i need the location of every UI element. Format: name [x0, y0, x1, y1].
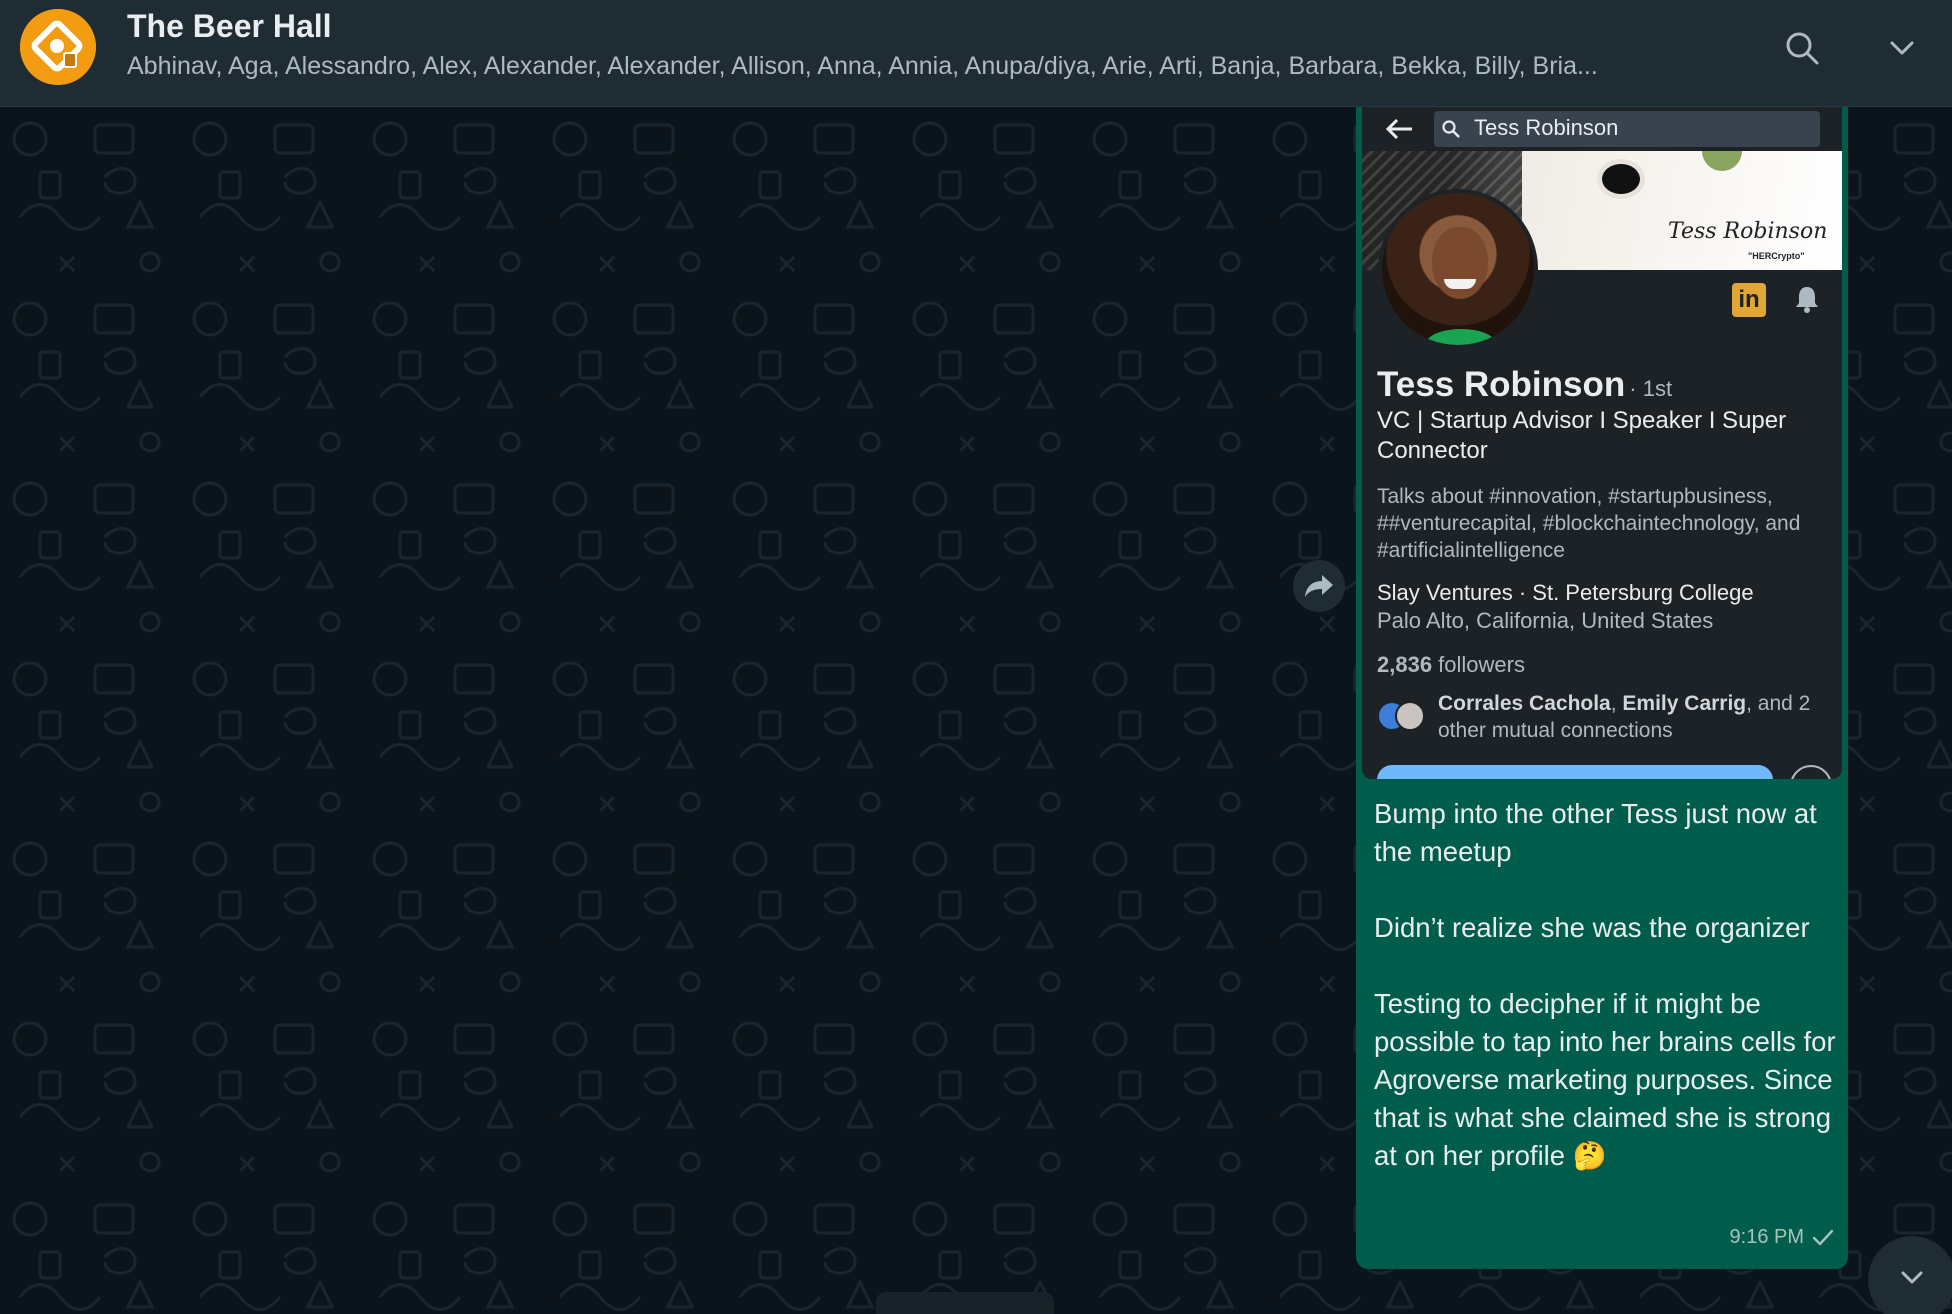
profile-photo: [1378, 189, 1538, 349]
linkedin-screenshot-image[interactable]: Tess Robinson Tess Robinson "HERCrypto" …: [1362, 107, 1842, 779]
search-icon: [1442, 120, 1460, 138]
mutual-separator: ,: [1610, 692, 1623, 715]
search-button[interactable]: [1780, 26, 1824, 70]
mutual-avatar-2: [1395, 701, 1425, 731]
profile-name: Tess Robinson · 1st: [1377, 365, 1672, 405]
header-menu-button[interactable]: [1880, 26, 1924, 70]
mutual-name-2: Emily Carrig: [1622, 692, 1747, 715]
bell-icon: [1796, 287, 1818, 313]
profile-talks-about: Talks about #innovation, #startupbusines…: [1377, 485, 1801, 562]
screenshot-search-bar: Tess Robinson: [1362, 107, 1842, 151]
profile-more-button: [1790, 765, 1832, 779]
forward-button[interactable]: [1293, 560, 1345, 612]
profile-company: Slay Ventures · St. Petersburg College: [1377, 580, 1754, 605]
plant-image: [1702, 151, 1742, 171]
search-icon: [1786, 32, 1819, 65]
profile-followers: 2,836 followers: [1377, 652, 1525, 678]
profile-location: Palo Alto, California, United States: [1377, 608, 1714, 633]
profile-clothing: [1426, 329, 1496, 345]
connection-degree: · 1st: [1629, 376, 1673, 401]
chat-title[interactable]: The Beer Hall: [127, 8, 332, 45]
outgoing-message-bubble[interactable]: Tess Robinson Tess Robinson "HERCrypto" …: [1356, 107, 1848, 1269]
scroll-to-bottom-button[interactable]: [1868, 1236, 1952, 1314]
followers-count: 2,836: [1377, 652, 1433, 677]
coffee-cup-image: [1597, 159, 1645, 199]
chevron-down-icon: [1901, 1271, 1923, 1284]
banner-signature: Tess Robinson: [1668, 219, 1828, 244]
profile-connect-button: [1377, 765, 1773, 779]
check-icon: [1812, 1229, 1834, 1245]
chat-members-list[interactable]: Abhinav, Aga, Alessandro, Alex, Alexande…: [127, 52, 1727, 81]
message-time: 9:16 PM: [1729, 1226, 1804, 1248]
mutual-connection-avatars: [1377, 701, 1431, 735]
profile-mutual-connections: Corrales Cachola, Emily Carrig, and 2 ot…: [1438, 690, 1838, 744]
message-meta: 9:16 PM: [1730, 1226, 1834, 1249]
chevron-down-icon: [1890, 41, 1914, 55]
back-arrow-icon: [1385, 118, 1412, 140]
group-avatar[interactable]: [20, 9, 96, 85]
forward-arrow-icon: [1305, 575, 1333, 597]
chat-header[interactable]: The Beer Hall Abhinav, Aga, Alessandro, …: [0, 0, 1952, 107]
profile-name-text: Tess Robinson: [1377, 365, 1626, 404]
screenshot-search-value: Tess Robinson: [1474, 115, 1619, 140]
mutual-name-1: Corrales Cachola: [1438, 692, 1611, 715]
linkedin-icon: in: [1732, 283, 1766, 317]
profile-smile: [1444, 279, 1476, 289]
date-divider-pill: [876, 1292, 1054, 1314]
banner-tag: "HERCrypto": [1748, 251, 1805, 261]
group-logo-icon: [20, 9, 96, 85]
screenshot-search-field: Tess Robinson: [1434, 111, 1820, 147]
message-text: Bump into the other Tess just now at the…: [1374, 798, 1836, 1171]
followers-label: followers: [1432, 652, 1525, 677]
profile-headline: VC | Startup Advisor I Speaker I Super C…: [1377, 407, 1787, 464]
